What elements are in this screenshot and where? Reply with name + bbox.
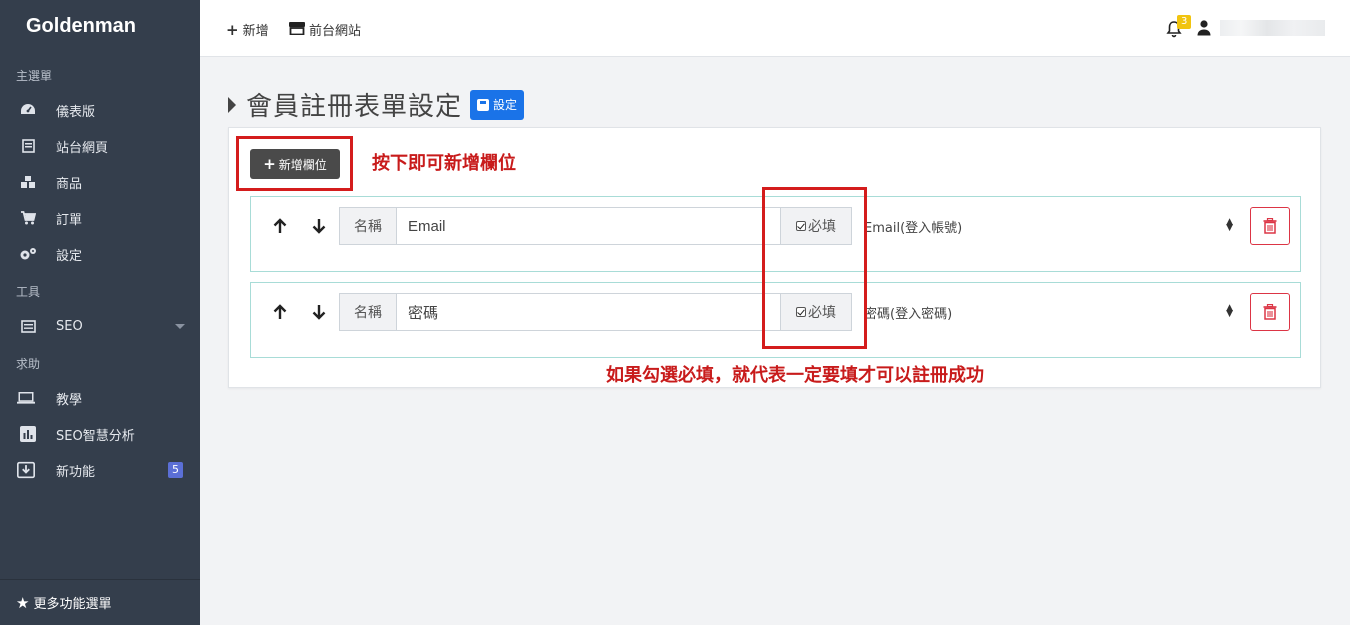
sidebar-item-dashboard[interactable]: 儀表版 [0, 93, 200, 127]
more-features-menu[interactable]: ★ 更多功能選單 [0, 579, 200, 625]
chevron-down-icon [175, 323, 185, 329]
user-icon[interactable] [1197, 20, 1211, 36]
sidebar-item-tutorial[interactable]: 教學 [0, 381, 200, 415]
name-addon: 名稱 [339, 293, 397, 331]
annotation-required-hint: 如果勾選必填，就代表一定要填才可以註冊成功 [606, 365, 984, 386]
arrow-up-icon [273, 218, 287, 233]
sidebar-item-label: 新功能 [56, 464, 96, 480]
delete-field-button[interactable] [1250, 293, 1290, 331]
field-name-input[interactable]: 密碼 [396, 293, 781, 331]
download-icon [17, 461, 35, 479]
name-addon: 名稱 [339, 207, 397, 245]
sidebar-item-webpage[interactable]: 站台網頁 [0, 129, 200, 163]
add-new-label: 新增 [242, 24, 269, 39]
sidebar-item-settings[interactable]: 設定 [0, 237, 200, 271]
sidebar-item-label: SEO [56, 318, 83, 334]
annotation-box-required [762, 187, 867, 349]
annotation-box-add-field [236, 136, 353, 191]
field-type-value: 密碼(登入密碼) [864, 306, 953, 322]
sidebar-item-label: 訂單 [56, 212, 83, 228]
field-name-input[interactable]: Email [396, 207, 781, 245]
save-icon [477, 98, 490, 111]
sidebar-item-label: SEO智慧分析 [56, 428, 135, 444]
sidebar-item-label: 設定 [56, 248, 83, 264]
move-down-button[interactable] [303, 293, 335, 331]
laptop-icon [17, 389, 35, 407]
trash-icon [1263, 218, 1277, 234]
more-features-label: 更多功能選單 [33, 597, 112, 612]
caret-right-icon [228, 96, 236, 113]
cart-icon [19, 209, 37, 227]
store-icon [289, 21, 305, 39]
section-tools: 工具 [16, 285, 41, 299]
count-badge: 5 [168, 462, 183, 478]
notification-badge: 3 [1177, 15, 1192, 29]
sidebar-item-label: 站台網頁 [56, 140, 109, 156]
sidebar-item-seo-analysis[interactable]: SEO智慧分析 [0, 417, 200, 451]
dashboard-icon [19, 101, 37, 119]
field-type-select[interactable]: Email(登入帳號) ▲ ▼ [851, 207, 1241, 245]
field-type-value: Email(登入帳號) [864, 220, 963, 236]
sidebar-item-seo[interactable]: SEO [0, 309, 200, 343]
sidebar-item-orders[interactable]: 訂單 [0, 201, 200, 235]
sidebar: Goldenman 主選單 儀表版 站台網頁 商品 訂單 設定 工具 SEO 求… [0, 0, 200, 625]
move-down-button[interactable] [303, 207, 335, 245]
arrow-up-icon [273, 304, 287, 319]
sidebar-item-label: 商品 [56, 176, 83, 192]
settings-icon [19, 245, 37, 263]
webpage-icon [19, 137, 37, 155]
arrow-down-icon [312, 219, 326, 234]
trash-icon [1263, 304, 1277, 320]
sidebar-item-label: 儀表版 [56, 104, 96, 120]
move-up-button[interactable] [264, 207, 296, 245]
topbar: + 新增 前台網站 3 [200, 0, 1350, 57]
annotation-add-hint: 按下即可新增欄位 [372, 153, 516, 174]
select-arrows-icon: ▲ ▼ [1226, 303, 1233, 319]
products-icon [19, 173, 37, 191]
page-title: 會員註冊表單設定 [246, 92, 463, 122]
brand-logo[interactable]: Goldenman [26, 15, 136, 38]
star-icon: ★ [16, 593, 30, 612]
list-icon [19, 317, 37, 335]
sidebar-item-products[interactable]: 商品 [0, 165, 200, 199]
section-help: 求助 [16, 357, 41, 371]
arrow-down-icon [312, 305, 326, 320]
delete-field-button[interactable] [1250, 207, 1290, 245]
chart-icon [19, 425, 37, 443]
section-main-menu: 主選單 [16, 69, 53, 83]
field-type-select[interactable]: 密碼(登入密碼) ▲ ▼ [851, 293, 1241, 331]
select-arrows-icon: ▲ ▼ [1226, 217, 1233, 233]
frontend-site-link[interactable]: 前台網站 [289, 20, 361, 39]
sidebar-item-label: 教學 [56, 392, 83, 408]
move-up-button[interactable] [264, 293, 296, 331]
plus-icon: + [226, 20, 239, 39]
page-header: 會員註冊表單設定 設定 [228, 86, 525, 123]
save-button[interactable]: 設定 [470, 89, 525, 120]
add-new-link[interactable]: + 新增 [226, 20, 269, 40]
save-button-label: 設定 [493, 98, 518, 112]
user-name-blurred[interactable] [1220, 20, 1325, 36]
frontend-site-label: 前台網站 [309, 24, 362, 39]
sidebar-item-new-features[interactable]: 新功能 5 [0, 453, 200, 487]
